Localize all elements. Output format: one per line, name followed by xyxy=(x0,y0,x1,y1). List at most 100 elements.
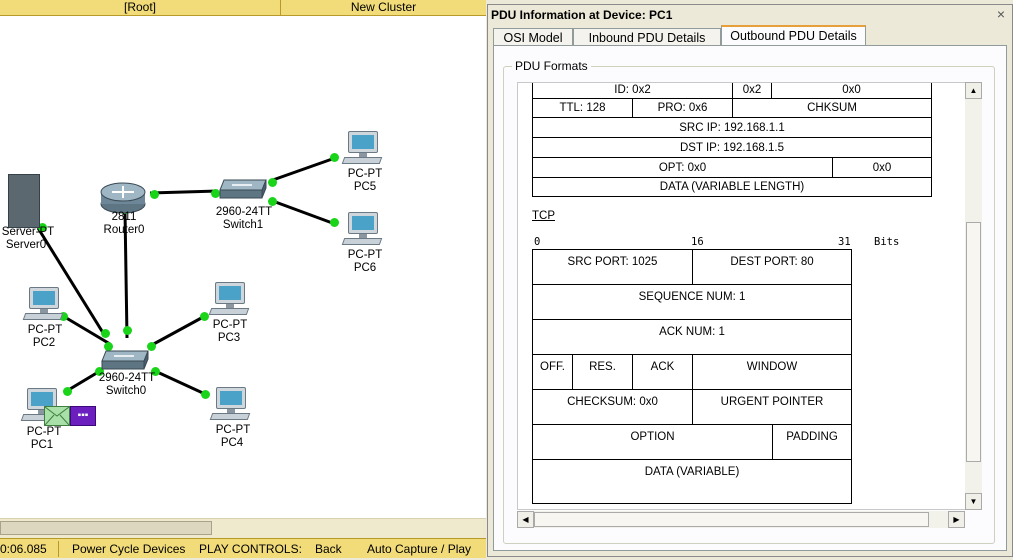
link-router0-switch1 xyxy=(149,189,219,195)
pdu-horizontal-scrollbar[interactable]: ◀ ▶ xyxy=(517,511,965,528)
tcp-urgent-pointer-field: URGENT POINTER xyxy=(692,389,852,425)
bit-ruler-0: 0 xyxy=(534,236,541,248)
switch-icon[interactable] xyxy=(100,349,150,371)
root-button[interactable]: [Root] xyxy=(0,0,281,15)
tcp-heading: TCP xyxy=(532,210,555,222)
pc-icon[interactable] xyxy=(22,287,64,321)
pc4-type-label: PC-PT xyxy=(215,424,251,436)
scroll-down-icon[interactable]: ▼ xyxy=(965,493,982,510)
tcp-data-field: DATA (VARIABLE) xyxy=(532,459,852,504)
ip-src-field: SRC IP: 192.168.1.1 xyxy=(532,117,932,138)
tcp-offset-field: OFF. xyxy=(532,354,573,390)
new-cluster-button[interactable]: New Cluster xyxy=(281,0,486,15)
pc2-name-label: PC2 xyxy=(32,337,56,349)
link-switch1-pc5 xyxy=(269,156,336,183)
bit-ruler-16: 16 xyxy=(691,236,704,248)
tab-inbound-pdu-details[interactable]: Inbound PDU Details xyxy=(573,28,721,46)
scroll-left-icon[interactable]: ◀ xyxy=(517,511,534,528)
switch0-type-label: 2960-24TT xyxy=(98,372,156,384)
switch0-name-label: Switch0 xyxy=(105,385,147,397)
pc-icon[interactable] xyxy=(341,131,383,165)
pc-icon[interactable] xyxy=(341,212,383,246)
link-light xyxy=(201,390,210,399)
tcp-dest-port-field: DEST PORT: 80 xyxy=(692,249,852,285)
router0-type-label: 2811 xyxy=(111,211,137,223)
ip-flags-field: 0x2 xyxy=(732,83,772,99)
ip-pad-field: 0x0 xyxy=(832,157,932,178)
link-switch1-pc6 xyxy=(269,198,336,226)
ip-dst-field: DST IP: 192.168.1.5 xyxy=(532,137,932,158)
simulation-time: 0:06.085 xyxy=(0,542,47,556)
link-light xyxy=(101,329,110,338)
tcp-ack-flag-field: ACK xyxy=(632,354,693,390)
switch-icon[interactable] xyxy=(218,178,268,200)
link-light xyxy=(268,197,277,206)
group-title: PDU Formats xyxy=(512,59,591,73)
pc1-type-label: PC-PT xyxy=(26,426,62,438)
link-light xyxy=(123,326,132,335)
pdu-envelope-icon[interactable] xyxy=(44,406,70,426)
ip-ttl-field: TTL: 128 xyxy=(532,98,633,118)
bit-ruler-31: 31 xyxy=(838,236,851,248)
link-light xyxy=(330,153,339,162)
ip-frag-field: 0x0 xyxy=(771,83,932,99)
pdu-vertical-scrollbar[interactable]: ▲ ▼ xyxy=(965,82,982,510)
simulation-status-bar: 0:06.085 Power Cycle Devices PLAY CONTRO… xyxy=(0,538,486,558)
link-light xyxy=(200,312,209,321)
pc6-type-label: PC-PT xyxy=(347,249,383,261)
pc1-name-label: PC1 xyxy=(30,439,54,451)
tcp-padding-field: PADDING xyxy=(772,424,852,460)
ip-data-field: DATA (VARIABLE LENGTH) xyxy=(532,177,932,197)
tcp-reserved-field: RES. xyxy=(572,354,633,390)
scroll-right-icon[interactable]: ▶ xyxy=(948,511,965,528)
play-controls-label: PLAY CONTROLS: xyxy=(199,542,302,556)
pc6-name-label: PC6 xyxy=(353,262,377,274)
divider xyxy=(58,541,59,557)
server0-type-label: Server-PT xyxy=(1,226,55,238)
tcp-ack-num-field: ACK NUM: 1 xyxy=(532,319,852,355)
pc5-type-label: PC-PT xyxy=(347,168,383,180)
tcp-src-port-field: SRC PORT: 1025 xyxy=(532,249,693,285)
packet-icon[interactable]: ▪▪▪ xyxy=(70,406,96,426)
tcp-option-field: OPTION xyxy=(532,424,773,460)
back-button[interactable]: Back xyxy=(315,539,342,558)
link-pc4-switch0 xyxy=(154,369,206,396)
scrollbar-thumb[interactable] xyxy=(0,521,212,535)
pc3-type-label: PC-PT xyxy=(212,319,248,331)
ip-opt-field: OPT: 0x0 xyxy=(532,157,833,178)
network-canvas[interactable]: Server-PT Server0 2811 Router0 2960-24TT… xyxy=(0,16,486,518)
pc3-name-label: PC3 xyxy=(217,332,241,344)
pdu-information-window: PDU Information at Device: PC1 × OSI Mod… xyxy=(487,4,1013,557)
tab-outbound-pdu-details[interactable]: Outbound PDU Details xyxy=(721,25,866,46)
server-icon[interactable] xyxy=(8,174,40,228)
link-light xyxy=(150,190,159,199)
power-cycle-button[interactable]: Power Cycle Devices xyxy=(72,539,185,558)
tcp-sequence-field: SEQUENCE NUM: 1 xyxy=(532,284,852,320)
link-light xyxy=(330,218,339,227)
switch1-type-label: 2960-24TT xyxy=(215,206,273,218)
scrollbar-thumb[interactable] xyxy=(966,222,981,462)
pc-icon[interactable] xyxy=(208,282,250,316)
pc4-name-label: PC4 xyxy=(220,437,244,449)
router-icon[interactable] xyxy=(100,180,146,214)
link-pc3-switch0 xyxy=(149,314,206,348)
switch1-name-label: Switch1 xyxy=(222,219,264,231)
tab-bar: OSI Model Inbound PDU Details Outbound P… xyxy=(493,25,1003,46)
link-light xyxy=(268,178,277,187)
ip-id-field: ID: 0x2 xyxy=(532,83,733,99)
pdu-diagram: ID: 0x2 0x2 0x0 TTL: 128 PRO: 0x6 CHKSUM… xyxy=(517,82,966,510)
ip-checksum-field: CHKSUM xyxy=(732,98,932,118)
bit-ruler-unit: Bits xyxy=(874,236,900,248)
ip-protocol-field: PRO: 0x6 xyxy=(632,98,733,118)
tab-osi-model[interactable]: OSI Model xyxy=(493,28,573,46)
pc-icon[interactable] xyxy=(209,387,251,421)
scroll-up-icon[interactable]: ▲ xyxy=(965,82,982,99)
link-light xyxy=(63,387,72,396)
pc5-name-label: PC5 xyxy=(353,181,377,193)
canvas-horizontal-scrollbar[interactable] xyxy=(0,518,486,538)
window-title: PDU Information at Device: PC1 xyxy=(488,5,1012,25)
tcp-checksum-field: CHECKSUM: 0x0 xyxy=(532,389,693,425)
auto-capture-button[interactable]: Auto Capture / Play xyxy=(367,539,471,558)
close-icon[interactable]: × xyxy=(994,7,1008,22)
scrollbar-thumb[interactable] xyxy=(534,512,929,527)
